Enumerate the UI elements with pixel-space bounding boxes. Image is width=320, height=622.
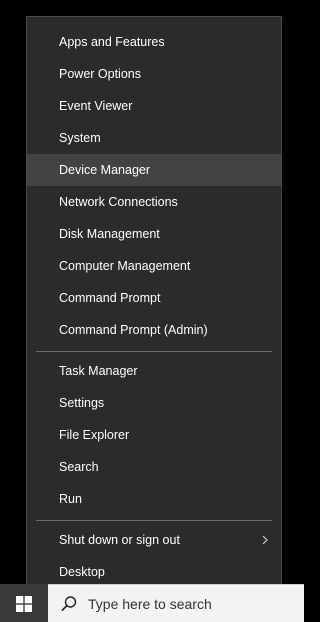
menu-item-computer-management[interactable]: Computer Management — [27, 250, 281, 282]
menu-item-label: Shut down or sign out — [59, 533, 180, 547]
windows-logo-icon — [16, 596, 32, 612]
menu-item-apps-and-features[interactable]: Apps and Features — [27, 26, 281, 58]
screen: Apps and Features Power Options Event Vi… — [0, 0, 304, 622]
menu-item-search[interactable]: Search — [27, 451, 281, 483]
start-button[interactable] — [0, 584, 48, 622]
menu-item-device-manager[interactable]: Device Manager — [27, 154, 281, 186]
menu-item-power-options[interactable]: Power Options — [27, 58, 281, 90]
taskbar: Type here to search — [0, 584, 304, 622]
search-icon — [61, 596, 77, 612]
menu-item-run[interactable]: Run — [27, 483, 281, 515]
power-user-menu: Apps and Features Power Options Event Vi… — [26, 16, 282, 596]
menu-item-command-prompt[interactable]: Command Prompt — [27, 282, 281, 314]
menu-item-task-manager[interactable]: Task Manager — [27, 355, 281, 387]
menu-item-command-prompt-admin[interactable]: Command Prompt (Admin) — [27, 314, 281, 346]
menu-item-settings[interactable]: Settings — [27, 387, 281, 419]
menu-item-system[interactable]: System — [27, 122, 281, 154]
search-placeholder: Type here to search — [88, 596, 212, 612]
menu-item-shut-down-or-sign-out[interactable]: Shut down or sign out — [27, 524, 281, 556]
menu-item-event-viewer[interactable]: Event Viewer — [27, 90, 281, 122]
taskbar-search-box[interactable]: Type here to search — [48, 584, 304, 622]
chevron-right-icon — [262, 535, 268, 545]
menu-item-disk-management[interactable]: Disk Management — [27, 218, 281, 250]
menu-item-file-explorer[interactable]: File Explorer — [27, 419, 281, 451]
menu-item-network-connections[interactable]: Network Connections — [27, 186, 281, 218]
menu-separator — [36, 520, 272, 521]
menu-separator — [36, 351, 272, 352]
